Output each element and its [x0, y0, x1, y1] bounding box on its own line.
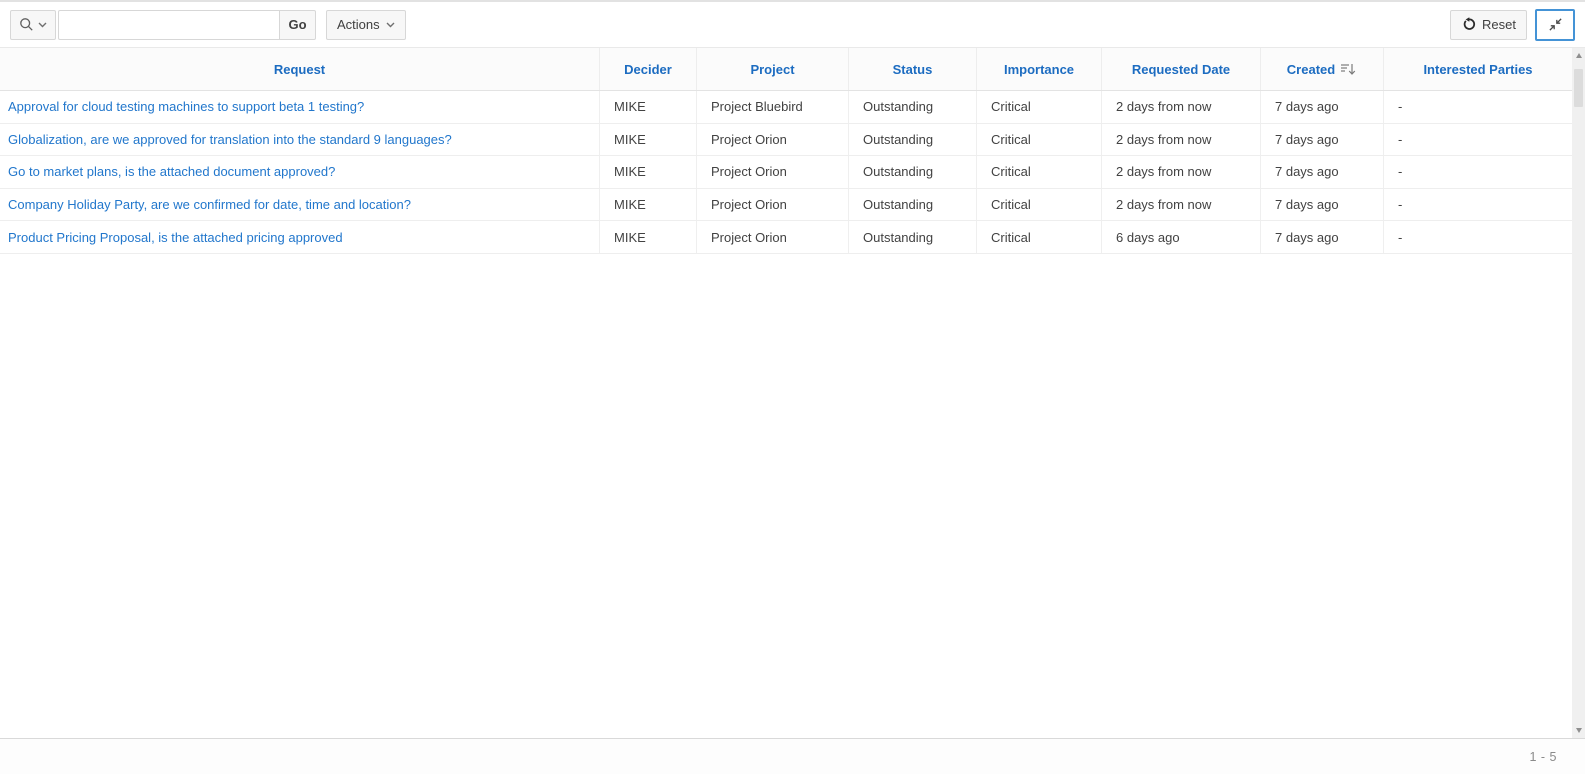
- cell-importance: Critical: [977, 221, 1102, 253]
- cell-interested_parties: -: [1384, 156, 1572, 188]
- chevron-down-icon: [386, 22, 395, 28]
- table-row: Globalization, are we approved for trans…: [0, 124, 1585, 157]
- cell-decider: MIKE: [600, 221, 697, 253]
- cell-request: Company Holiday Party, are we confirmed …: [0, 189, 600, 221]
- cell-decider: MIKE: [600, 156, 697, 188]
- scrollbar-thumb[interactable]: [1574, 69, 1583, 107]
- table-row: Go to market plans, is the attached docu…: [0, 156, 1585, 189]
- request-link[interactable]: Globalization, are we approved for trans…: [8, 132, 452, 147]
- table-row: Company Holiday Party, are we confirmed …: [0, 189, 1585, 222]
- column-header-label: Requested Date: [1132, 62, 1230, 77]
- request-link[interactable]: Approval for cloud testing machines to s…: [8, 99, 364, 114]
- cell-status: Outstanding: [849, 189, 977, 221]
- cell-request: Globalization, are we approved for trans…: [0, 124, 600, 156]
- cell-request: Product Pricing Proposal, is the attache…: [0, 221, 600, 253]
- column-header-request[interactable]: Request: [0, 48, 600, 90]
- scroll-up-arrow-icon[interactable]: [1572, 48, 1585, 63]
- column-header-importance[interactable]: Importance: [977, 48, 1102, 90]
- cell-importance: Critical: [977, 91, 1102, 123]
- search-input[interactable]: [58, 10, 280, 40]
- cell-requested_date: 2 days from now: [1102, 156, 1261, 188]
- table-header-row: Request Decider Project Status Importance Req…: [0, 48, 1585, 91]
- cell-decider: MIKE: [600, 124, 697, 156]
- column-header-label: Created: [1287, 62, 1335, 77]
- column-header-label: Importance: [1004, 62, 1074, 77]
- column-header-interested_parties[interactable]: Interested Parties: [1384, 48, 1572, 90]
- cell-importance: Critical: [977, 189, 1102, 221]
- column-header-decider[interactable]: Decider: [600, 48, 697, 90]
- sort-descending-icon: [1340, 63, 1357, 76]
- interactive-grid-region: Request Decider Project Status Importance Req…: [0, 48, 1585, 738]
- cell-created: 7 days ago: [1261, 124, 1384, 156]
- toolbar-right-group: Reset: [1450, 9, 1575, 41]
- cell-project: Project Bluebird: [697, 91, 849, 123]
- go-button[interactable]: Go: [279, 10, 316, 40]
- request-link[interactable]: Go to market plans, is the attached docu…: [8, 164, 335, 179]
- cell-status: Outstanding: [849, 124, 977, 156]
- toolbar-search-group: Go Actions: [10, 10, 1450, 40]
- cell-status: Outstanding: [849, 156, 977, 188]
- cell-importance: Critical: [977, 124, 1102, 156]
- request-link[interactable]: Company Holiday Party, are we confirmed …: [8, 197, 411, 212]
- column-header-label: Status: [893, 62, 933, 77]
- cell-importance: Critical: [977, 156, 1102, 188]
- cell-requested_date: 2 days from now: [1102, 189, 1261, 221]
- actions-menu-button[interactable]: Actions: [326, 10, 406, 40]
- cell-created: 7 days ago: [1261, 156, 1384, 188]
- request-link[interactable]: Product Pricing Proposal, is the attache…: [8, 230, 343, 245]
- column-header-label: Request: [274, 62, 325, 77]
- search-column-selector-button[interactable]: [10, 10, 56, 40]
- cell-created: 7 days ago: [1261, 91, 1384, 123]
- reset-circular-arrow-icon: [1461, 17, 1476, 32]
- table-row: Approval for cloud testing machines to s…: [0, 91, 1585, 124]
- scroll-down-arrow-icon[interactable]: [1572, 723, 1585, 738]
- cell-project: Project Orion: [697, 189, 849, 221]
- cell-requested_date: 2 days from now: [1102, 91, 1261, 123]
- cell-created: 7 days ago: [1261, 189, 1384, 221]
- cell-decider: MIKE: [600, 91, 697, 123]
- column-header-requested_date[interactable]: Requested Date: [1102, 48, 1261, 90]
- reset-button-label: Reset: [1482, 17, 1516, 32]
- chevron-down-icon: [38, 22, 47, 28]
- cell-request: Approval for cloud testing machines to s…: [0, 91, 600, 123]
- cell-interested_parties: -: [1384, 91, 1572, 123]
- vertical-scrollbar[interactable]: [1572, 48, 1585, 738]
- cell-decider: MIKE: [600, 189, 697, 221]
- cell-interested_parties: -: [1384, 189, 1572, 221]
- collapse-inward-arrows-icon: [1548, 17, 1563, 32]
- reset-button[interactable]: Reset: [1450, 10, 1527, 40]
- column-header-project[interactable]: Project: [697, 48, 849, 90]
- toolbar: Go Actions Reset: [0, 0, 1585, 48]
- table-body: Approval for cloud testing machines to s…: [0, 91, 1585, 254]
- cell-request: Go to market plans, is the attached docu…: [0, 156, 600, 188]
- column-header-label: Decider: [624, 62, 672, 77]
- cell-interested_parties: -: [1384, 221, 1572, 253]
- cell-status: Outstanding: [849, 91, 977, 123]
- magnifier-icon: [19, 17, 34, 32]
- column-header-created[interactable]: Created: [1261, 48, 1384, 90]
- actions-button-label: Actions: [337, 17, 380, 32]
- collapse-region-button[interactable]: [1535, 9, 1575, 41]
- cell-interested_parties: -: [1384, 124, 1572, 156]
- cell-created: 7 days ago: [1261, 221, 1384, 253]
- report-footer: 1 - 5: [0, 738, 1585, 774]
- pagination-range-label: 1 - 5: [1529, 750, 1557, 764]
- column-header-label: Interested Parties: [1423, 62, 1532, 77]
- cell-requested_date: 2 days from now: [1102, 124, 1261, 156]
- cell-project: Project Orion: [697, 124, 849, 156]
- cell-requested_date: 6 days ago: [1102, 221, 1261, 253]
- table-row: Product Pricing Proposal, is the attache…: [0, 221, 1585, 254]
- cell-status: Outstanding: [849, 221, 977, 253]
- cell-project: Project Orion: [697, 221, 849, 253]
- cell-project: Project Orion: [697, 156, 849, 188]
- column-header-status[interactable]: Status: [849, 48, 977, 90]
- column-header-label: Project: [750, 62, 794, 77]
